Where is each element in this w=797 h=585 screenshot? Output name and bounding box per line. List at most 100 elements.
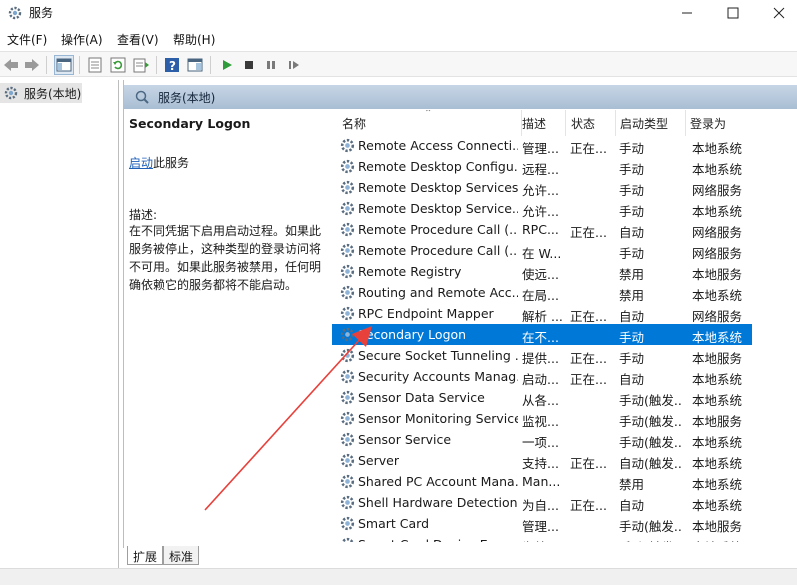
service-log-on-as: 网络服务 xyxy=(692,246,743,261)
table-row[interactable]: Smart Card 管理... 手动(触发... 本地服务 xyxy=(332,513,752,534)
forward-button[interactable] xyxy=(22,55,42,75)
menu-help[interactable]: 帮助(H) xyxy=(173,31,215,48)
menu-file[interactable]: 文件(F) xyxy=(7,31,47,48)
show-hide-pane-button[interactable] xyxy=(185,55,205,75)
service-name: Sensor Service xyxy=(358,432,452,447)
service-description: 一项... xyxy=(522,435,559,450)
table-row[interactable]: Remote Desktop Configu... 远程... 手动 本地系统 xyxy=(332,156,752,177)
selected-service-title: Secondary Logon xyxy=(129,116,251,131)
export-list-button[interactable] xyxy=(131,55,151,75)
service-log-on-as: 本地系统 xyxy=(692,537,752,542)
service-name: Remote Desktop Services xyxy=(358,180,518,195)
service-log-on-as: 本地服务 xyxy=(692,351,743,366)
toolbar-separator xyxy=(156,56,157,74)
console-tree-icon xyxy=(56,58,72,72)
service-startup-type: 自动 xyxy=(619,225,645,240)
refresh-icon xyxy=(110,57,126,73)
column-header-name[interactable]: 名称 xyxy=(338,110,522,136)
column-header-startup-type[interactable]: 启动类型 xyxy=(616,110,686,136)
table-row[interactable]: Sensor Monitoring Service 监视... 手动(触发... 本地… xyxy=(332,408,752,429)
services-list[interactable]: ⌃ 名称 描述 状态 启动类型 登录为 Remote Access Connec… xyxy=(332,110,797,542)
service-name: Smart Card xyxy=(358,516,430,531)
minimize-button[interactable] xyxy=(664,0,710,26)
table-row[interactable]: RPC Endpoint Mapper 解析 ... 正在... 自动 网络服务 xyxy=(332,303,752,324)
service-name: Smart Card Device Enum... xyxy=(358,537,518,542)
gear-icon xyxy=(340,243,355,258)
column-header-description[interactable]: 描述 xyxy=(518,110,566,136)
table-row[interactable]: Remote Desktop Service... 允许... 手动 本地系统 xyxy=(332,198,752,219)
resume-service-button[interactable] xyxy=(284,55,304,75)
table-row[interactable]: Remote Access Connecti... 管理... 正在... 手动 本地系… xyxy=(332,135,752,156)
service-log-on-as: 本地服务 xyxy=(692,519,743,534)
service-log-on-as: 本地系统 xyxy=(692,141,743,156)
toolbar: ? xyxy=(0,51,797,77)
service-log-on-as: 网络服务 xyxy=(692,309,743,324)
service-log-on-as: 本地系统 xyxy=(692,288,743,303)
refresh-button[interactable] xyxy=(108,55,128,75)
menu-view[interactable]: 查看(V) xyxy=(117,31,159,48)
service-name: Remote Procedure Call (... xyxy=(358,222,518,237)
services-pane: 服务(本地) Secondary Logon 启动此服务 描述: 在不同凭据下启… xyxy=(123,80,797,548)
service-log-on-as: 本地系统 xyxy=(692,456,743,471)
description-panel: Secondary Logon 启动此服务 描述: 在不同凭据下启用启动过程。如… xyxy=(129,114,329,544)
console-tree: 服务(本地) xyxy=(0,80,119,568)
table-row[interactable]: Remote Registry 使远... 禁用 本地服务 xyxy=(332,261,752,282)
service-log-on-as: 本地服务 xyxy=(692,414,743,429)
stop-service-button[interactable] xyxy=(239,55,259,75)
help-button[interactable]: ? xyxy=(162,55,182,75)
menu-action[interactable]: 操作(A) xyxy=(61,31,103,48)
tree-item-services-local[interactable]: 服务(本地) xyxy=(0,83,82,103)
table-row[interactable]: Shared PC Account Mana... Man... 禁用 本地系统 xyxy=(332,471,752,492)
table-row[interactable]: Secure Socket Tunneling ... 提供... 正在... 手动 本… xyxy=(332,345,752,366)
close-button[interactable] xyxy=(756,0,797,26)
tab-extended[interactable]: 扩展 xyxy=(127,546,164,565)
gear-icon xyxy=(340,264,355,279)
gear-icon xyxy=(8,6,22,20)
start-service-link[interactable]: 启动 xyxy=(129,156,153,170)
toolbar-separator xyxy=(210,56,211,74)
column-header-status[interactable]: 状态 xyxy=(567,110,616,136)
gear-icon xyxy=(340,222,355,237)
table-row[interactable]: Shell Hardware Detection 为自... 正在... 自动 本地系统 xyxy=(332,492,752,513)
properties-button[interactable] xyxy=(85,55,105,75)
table-row[interactable]: Sensor Service 一项... 手动(触发... 本地系统 xyxy=(332,429,752,450)
table-row[interactable]: Smart Card Device Enum... 为给... 手动(触发... 本地… xyxy=(332,534,752,542)
table-row[interactable]: Sensor Data Service 从各... 手动(触发... 本地系统 xyxy=(332,387,752,408)
magnifier-icon xyxy=(135,90,149,104)
start-service-button[interactable] xyxy=(217,55,237,75)
service-startup-type: 手动 xyxy=(619,141,645,156)
service-name: RPC Endpoint Mapper xyxy=(358,306,494,321)
service-startup-type: 自动 xyxy=(619,372,645,387)
properties-icon xyxy=(88,57,102,73)
tab-standard[interactable]: 标准 xyxy=(163,546,200,565)
pause-service-button[interactable] xyxy=(261,55,281,75)
table-row[interactable]: Server 支持... 正在... 自动(触发... 本地系统 xyxy=(332,450,752,471)
service-description: 启动... xyxy=(522,372,559,387)
service-name: Shell Hardware Detection xyxy=(358,495,518,510)
gear-icon xyxy=(340,369,355,384)
service-description: 从各... xyxy=(522,393,559,408)
console-tree-button[interactable] xyxy=(54,55,74,75)
service-status: 正在... xyxy=(570,351,607,366)
service-status: 正在... xyxy=(570,309,607,324)
gear-icon xyxy=(340,201,355,216)
back-arrow-icon xyxy=(4,59,18,71)
maximize-button[interactable] xyxy=(710,0,756,26)
pause-icon xyxy=(267,61,275,69)
column-header-log-on-as[interactable]: 登录为 xyxy=(686,110,756,136)
table-row[interactable]: Routing and Remote Acc... 在局... 禁用 本地系统 xyxy=(332,282,752,303)
table-row[interactable]: Security Accounts Manag... 启动... 正在... 自动 本地… xyxy=(332,366,752,387)
service-description: 解析 ... xyxy=(522,309,563,324)
service-startup-type: 手动 xyxy=(619,330,645,345)
toolbar-separator xyxy=(46,56,47,74)
table-row[interactable]: Remote Desktop Services 允许... 手动 网络服务 xyxy=(332,177,752,198)
back-button[interactable] xyxy=(1,55,21,75)
service-description: 监视... xyxy=(522,414,559,429)
table-row[interactable]: Remote Procedure Call (... RPC... 正在... 自动 网… xyxy=(332,219,752,240)
resume-icon xyxy=(289,61,299,69)
status-bar xyxy=(0,568,797,585)
table-row[interactable]: Secondary Logon 在不... 手动 本地系统 xyxy=(332,324,752,345)
service-name: Routing and Remote Acc... xyxy=(358,285,518,300)
table-row[interactable]: Remote Procedure Call (... 在 W... 手动 网络服务 xyxy=(332,240,752,261)
service-name: Sensor Monitoring Service xyxy=(358,411,518,426)
